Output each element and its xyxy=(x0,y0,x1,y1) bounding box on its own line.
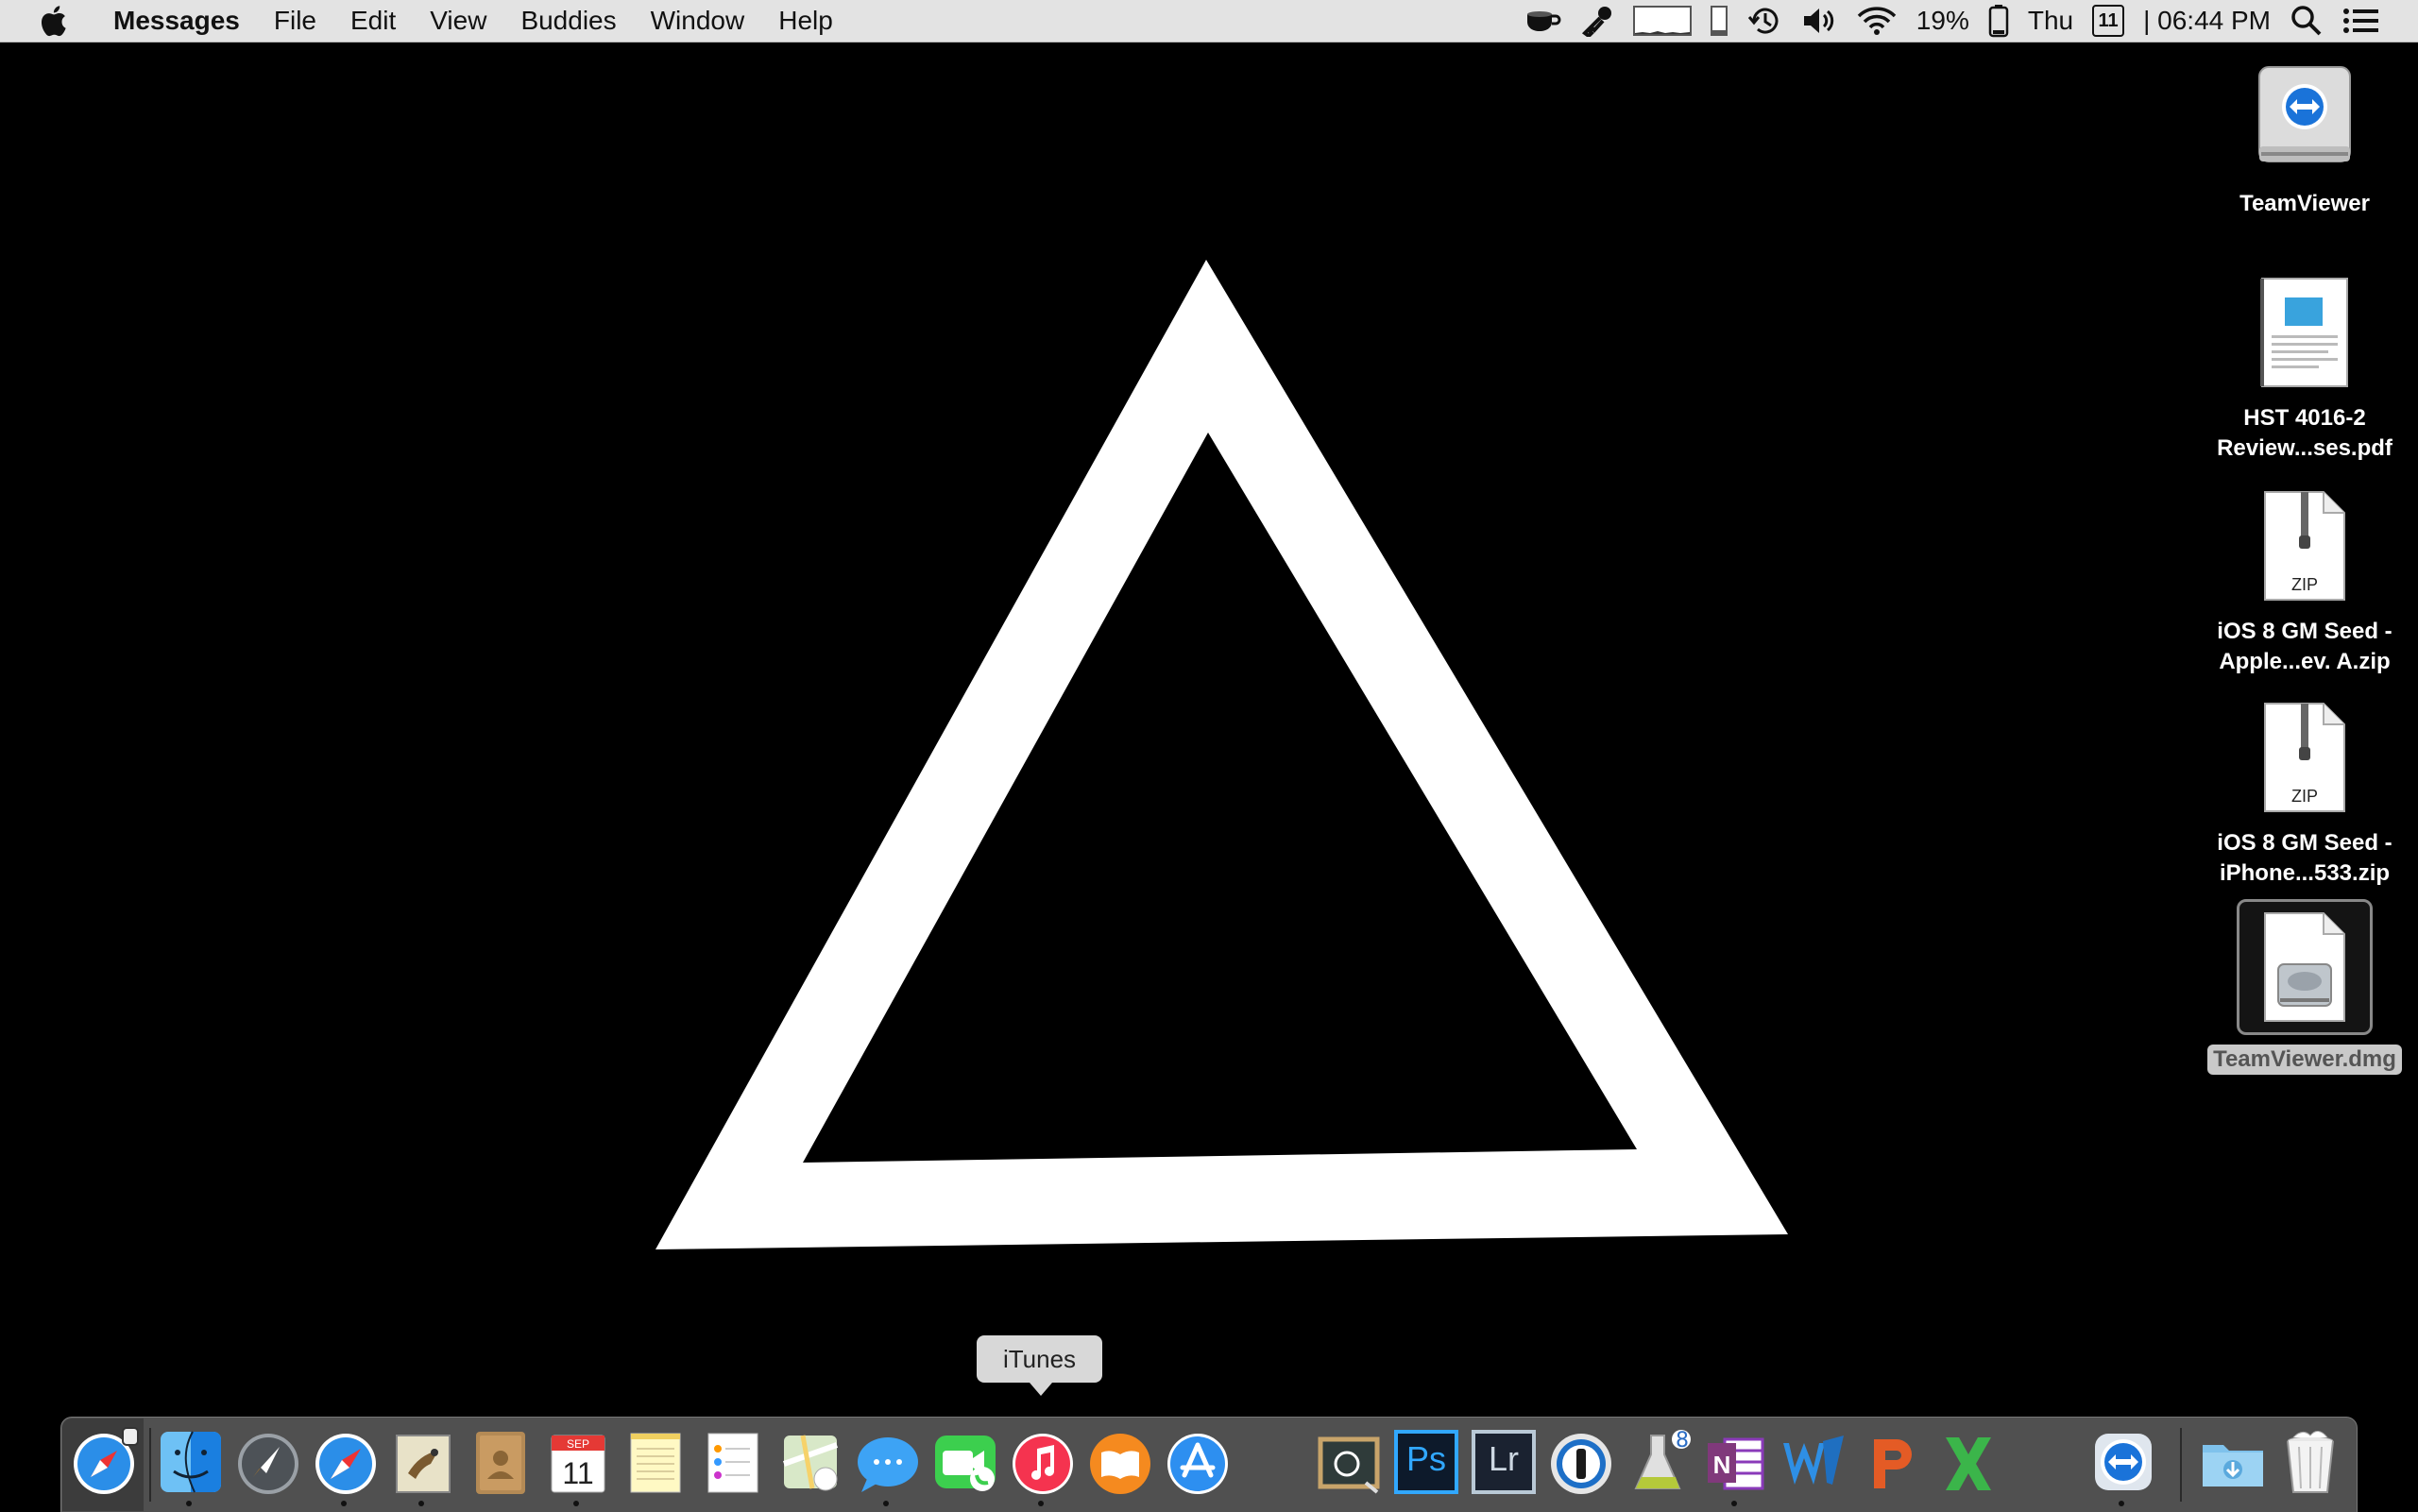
dock-ibooks-icon[interactable] xyxy=(1084,1426,1156,1498)
dock-onenote-icon[interactable]: N xyxy=(1700,1426,1772,1498)
running-indicator xyxy=(1731,1501,1737,1506)
clock-day[interactable]: Thu xyxy=(2028,6,2073,36)
menu-app-name[interactable]: Messages xyxy=(96,0,257,42)
dock-safari-icon[interactable] xyxy=(310,1426,382,1498)
running-indicator xyxy=(883,1501,889,1506)
desktop-icon-label: HST 4016-2 Review...ses.pdf xyxy=(2217,405,2392,461)
dock-finder-icon[interactable] xyxy=(155,1426,227,1498)
battery-percent[interactable]: 19% xyxy=(1916,6,1969,36)
running-indicator xyxy=(341,1501,347,1506)
dock-tooltip: iTunes xyxy=(977,1335,1102,1396)
dock-minimized-safari-icon[interactable] xyxy=(68,1426,140,1498)
triangle-wallpaper xyxy=(656,260,1788,1249)
menu-help[interactable]: Help xyxy=(761,0,850,42)
zip-icon: ZIP xyxy=(2243,484,2366,607)
dock-blackboard-icon[interactable] xyxy=(1313,1426,1385,1498)
dock-photoshop-icon[interactable]: Ps xyxy=(1390,1426,1462,1498)
menu-edit[interactable]: Edit xyxy=(333,0,413,42)
desktop-icon-zip-iphone[interactable]: ZIP iOS 8 GM Seed - iPhone...533.zip xyxy=(2201,696,2409,889)
dock-mail-icon[interactable] xyxy=(387,1426,459,1498)
pdf-icon xyxy=(2243,271,2366,394)
dock-teamviewer-icon[interactable] xyxy=(2087,1426,2159,1498)
desktop-icon-label: iOS 8 GM Seed - Apple...ev. A.zip xyxy=(2217,619,2392,674)
dock-notes-icon[interactable] xyxy=(620,1426,691,1498)
menu-window[interactable]: Window xyxy=(634,0,762,42)
running-indicator xyxy=(186,1501,192,1506)
dock-trash-icon[interactable] xyxy=(2274,1426,2346,1498)
cpu-graph-icon[interactable] xyxy=(1632,0,1692,42)
apple-menu-icon[interactable] xyxy=(32,0,74,42)
running-indicator xyxy=(573,1501,579,1506)
memory-bar-icon[interactable] xyxy=(1710,0,1728,42)
desktop-icon-teamviewer-dmg[interactable]: TeamViewer.dmg xyxy=(2201,899,2409,1075)
dock-separator xyxy=(2180,1428,2182,1502)
menu-bar: Messages File Edit View Buddies Window H… xyxy=(0,0,2418,42)
menu-file[interactable]: File xyxy=(257,0,333,42)
dock-separator xyxy=(149,1428,151,1502)
dock-word-icon[interactable] xyxy=(1778,1426,1849,1498)
dmg-icon xyxy=(2237,899,2373,1035)
notification-center-icon[interactable] xyxy=(2342,0,2380,42)
running-indicator xyxy=(2119,1501,2124,1506)
desktop-icon-pdf[interactable]: HST 4016-2 Review...ses.pdf xyxy=(2201,271,2409,464)
calendar-day: 11 xyxy=(562,1456,594,1490)
calendar-month: SEP xyxy=(566,1437,589,1451)
dock-maps-icon[interactable] xyxy=(775,1426,846,1498)
dock-messages-icon[interactable] xyxy=(852,1426,924,1498)
spotlight-search-icon[interactable] xyxy=(2290,0,2324,42)
dock-contacts-icon[interactable] xyxy=(465,1426,536,1498)
svg-text:8: 8 xyxy=(1676,1429,1689,1453)
dock-downloads-folder-icon[interactable] xyxy=(2197,1426,2269,1498)
dock-lightroom-icon[interactable]: Lr xyxy=(1468,1426,1540,1498)
zip-icon: ZIP xyxy=(2243,696,2366,819)
desktop-icon-label: iOS 8 GM Seed - iPhone...533.zip xyxy=(2217,830,2392,886)
desktop: TeamViewer HST 4016-2 Review...ses.pdf Z… xyxy=(0,42,2418,1412)
caffeine-cup-icon[interactable] xyxy=(1524,0,1561,42)
dock-itunes-icon[interactable] xyxy=(1007,1426,1079,1498)
menu-buddies[interactable]: Buddies xyxy=(503,0,633,42)
desktop-icon-zip-apple[interactable]: ZIP iOS 8 GM Seed - Apple...ev. A.zip xyxy=(2201,484,2409,677)
onenote-label: N xyxy=(1712,1451,1731,1479)
dock-appstore-icon[interactable] xyxy=(1162,1426,1234,1498)
clock-time[interactable]: | 06:44 PM xyxy=(2143,6,2271,36)
desktop-icon-label: TeamViewer.dmg xyxy=(2207,1045,2402,1075)
photoshop-label: Ps xyxy=(1405,1439,1446,1478)
dock-reminders-icon[interactable] xyxy=(697,1426,769,1498)
dock-powerpoint-icon[interactable] xyxy=(1855,1426,1927,1498)
dock-flask-app-icon[interactable]: 8 xyxy=(1623,1426,1694,1498)
lightroom-label: Lr xyxy=(1488,1439,1519,1478)
time-machine-icon[interactable] xyxy=(1746,0,1782,42)
running-indicator xyxy=(1038,1501,1044,1506)
menu-view[interactable]: View xyxy=(413,0,503,42)
battery-icon[interactable] xyxy=(1988,0,2009,42)
desktop-icon-teamviewer-volume[interactable]: TeamViewer xyxy=(2201,57,2409,219)
keychain-key-icon[interactable] xyxy=(1580,0,1614,42)
zip-badge: ZIP xyxy=(2290,574,2318,594)
dock-1password-icon[interactable] xyxy=(1545,1426,1617,1498)
zip-badge: ZIP xyxy=(2290,786,2318,806)
date-badge-text: 11 xyxy=(2092,5,2125,37)
volume-icon[interactable] xyxy=(1801,0,1837,42)
dock-launchpad-icon[interactable] xyxy=(232,1426,304,1498)
running-indicator xyxy=(418,1501,424,1506)
wifi-icon[interactable] xyxy=(1856,0,1898,42)
dock-facetime-icon[interactable] xyxy=(929,1426,1001,1498)
dock-excel-icon[interactable] xyxy=(1933,1426,2004,1498)
dock-calendar-icon[interactable]: SEP 11 xyxy=(542,1426,614,1498)
desktop-icon-label: TeamViewer xyxy=(2239,191,2370,216)
drive-icon xyxy=(2243,57,2366,179)
calendar-date-badge[interactable]: 11 xyxy=(2092,0,2125,42)
